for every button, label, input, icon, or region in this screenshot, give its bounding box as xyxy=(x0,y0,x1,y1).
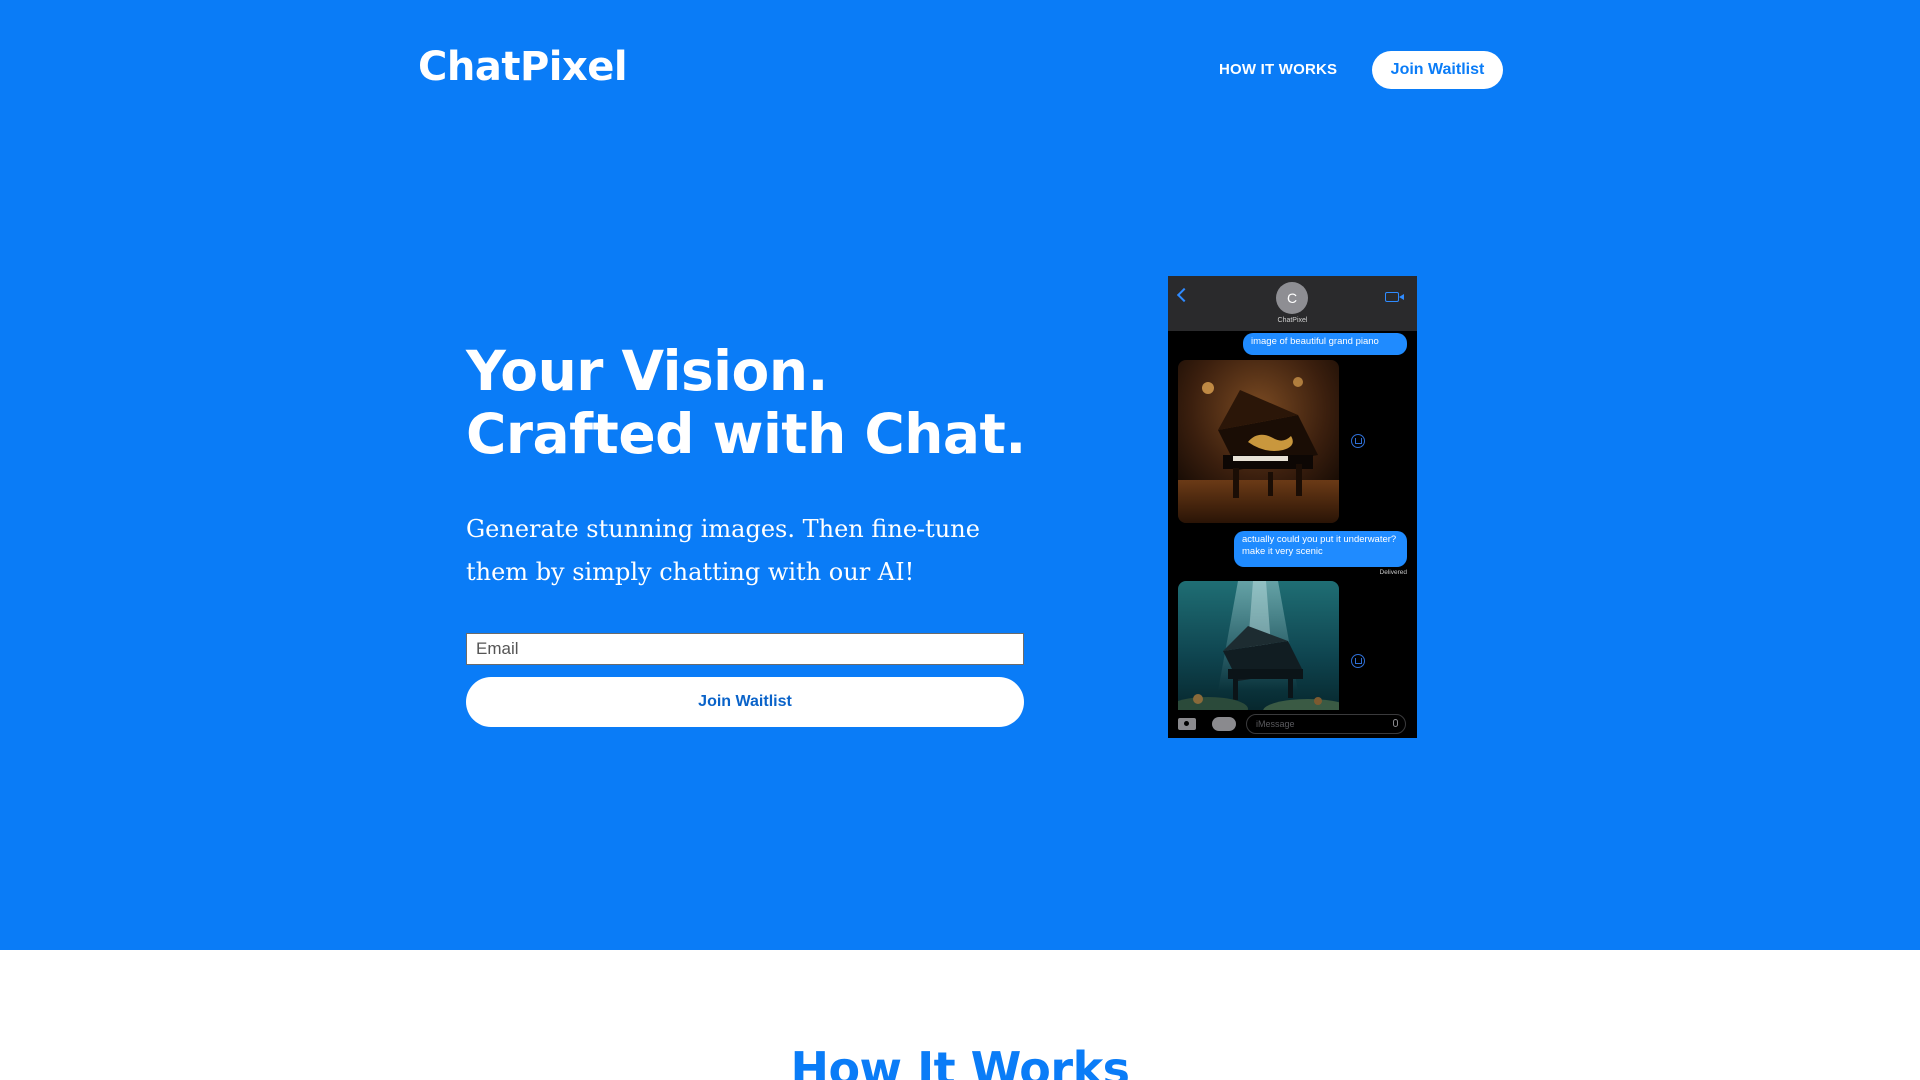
save-icon[interactable] xyxy=(1351,654,1365,668)
contact-avatar: C xyxy=(1276,282,1308,314)
imessage-field[interactable]: iMessage xyxy=(1246,714,1406,734)
imessage-placeholder: iMessage xyxy=(1256,719,1295,729)
grand-piano-image xyxy=(1178,360,1339,523)
delivered-status: Delivered xyxy=(1379,569,1407,576)
camera-icon[interactable] xyxy=(1178,718,1196,730)
save-icon[interactable] xyxy=(1351,434,1365,448)
video-icon xyxy=(1385,292,1404,302)
nav-how-it-works-link[interactable]: HOW IT WORKS xyxy=(1219,61,1337,78)
headline-line-2: Crafted with Chat. xyxy=(466,402,1026,466)
hero-headline: Your Vision. Crafted with Chat. xyxy=(466,340,1026,466)
underwater-piano-image xyxy=(1178,581,1339,716)
phone-header: C ChatPixel xyxy=(1168,276,1417,331)
mic-icon[interactable] xyxy=(1393,719,1398,727)
how-it-works-title: How It Works xyxy=(790,1042,1130,1080)
contact-name: ChatPixel xyxy=(1277,317,1308,324)
phone-mockup: C ChatPixel image of beautiful grand pia… xyxy=(1168,276,1417,738)
back-icon xyxy=(1176,287,1192,303)
hero-subtext: Generate stunning images. Then fine-tune… xyxy=(466,515,980,586)
join-waitlist-button[interactable]: Join Waitlist xyxy=(466,677,1024,727)
hero-section: ChatPixel HOW IT WORKS Join Waitlist You… xyxy=(0,0,1920,950)
headline-line-1: Your Vision. xyxy=(466,339,828,403)
apps-icon[interactable] xyxy=(1212,717,1236,731)
message-bubble: actually could you put it underwater? ma… xyxy=(1234,531,1407,567)
message-bubble: image of beautiful grand piano xyxy=(1243,333,1407,355)
nav-join-waitlist-button[interactable]: Join Waitlist xyxy=(1372,51,1503,89)
brand-logo[interactable]: ChatPixel xyxy=(418,44,628,90)
email-input[interactable] xyxy=(466,633,1024,665)
message-input-bar: iMessage xyxy=(1168,710,1417,738)
